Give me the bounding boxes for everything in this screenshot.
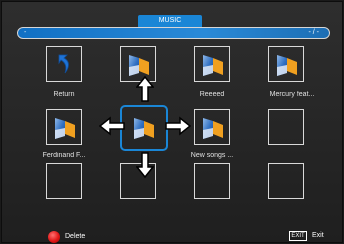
- grid-cell-return[interactable]: [46, 46, 82, 82]
- folder-icon: [55, 118, 75, 139]
- grid-cell-folder-selected[interactable]: [126, 110, 162, 146]
- grid-cell-folder[interactable]: [194, 46, 230, 82]
- folder-icon: [277, 55, 297, 76]
- grid-cell-empty[interactable]: [268, 109, 304, 145]
- red-button-icon: [48, 231, 60, 243]
- arrow-right-icon[interactable]: [164, 116, 192, 136]
- progress-left-text: -: [24, 29, 27, 36]
- folder-icon: [129, 55, 149, 76]
- arrow-down-icon[interactable]: [136, 151, 154, 179]
- playback-progress-bar[interactable]: - - / -: [17, 27, 330, 39]
- grid-cell-label: Ferdinand F...: [42, 152, 86, 159]
- grid-cell-empty[interactable]: [194, 163, 230, 199]
- return-icon: [58, 54, 69, 74]
- grid-cell-folder[interactable]: [194, 109, 230, 145]
- arrow-up-icon[interactable]: [136, 75, 154, 103]
- delete-label: Delete: [65, 233, 86, 240]
- grid-cell-empty[interactable]: [46, 163, 82, 199]
- music-browser-screen: MUSIC - - / - Return Reeeed Mercury feat…: [1, 1, 343, 243]
- folder-icon: [203, 118, 223, 139]
- grid-cell-folder[interactable]: [46, 109, 82, 145]
- grid-cell-label: Reeeed: [199, 91, 225, 98]
- folder-icon: [134, 118, 154, 139]
- folder-icon: [203, 55, 223, 76]
- grid-cell-label: Mercury feat...: [269, 91, 315, 98]
- grid-cell-label: New songs ...: [190, 152, 234, 159]
- grid-cell-empty[interactable]: [268, 163, 304, 199]
- exit-key-icon[interactable]: EXIT: [289, 231, 307, 241]
- progress-right-text: - / -: [308, 29, 320, 36]
- grid-cell-label: Return: [53, 91, 75, 98]
- exit-label: Exit: [312, 232, 324, 239]
- grid-cell-folder[interactable]: [268, 46, 304, 82]
- page-title: MUSIC: [138, 15, 202, 27]
- arrow-left-icon[interactable]: [98, 116, 126, 136]
